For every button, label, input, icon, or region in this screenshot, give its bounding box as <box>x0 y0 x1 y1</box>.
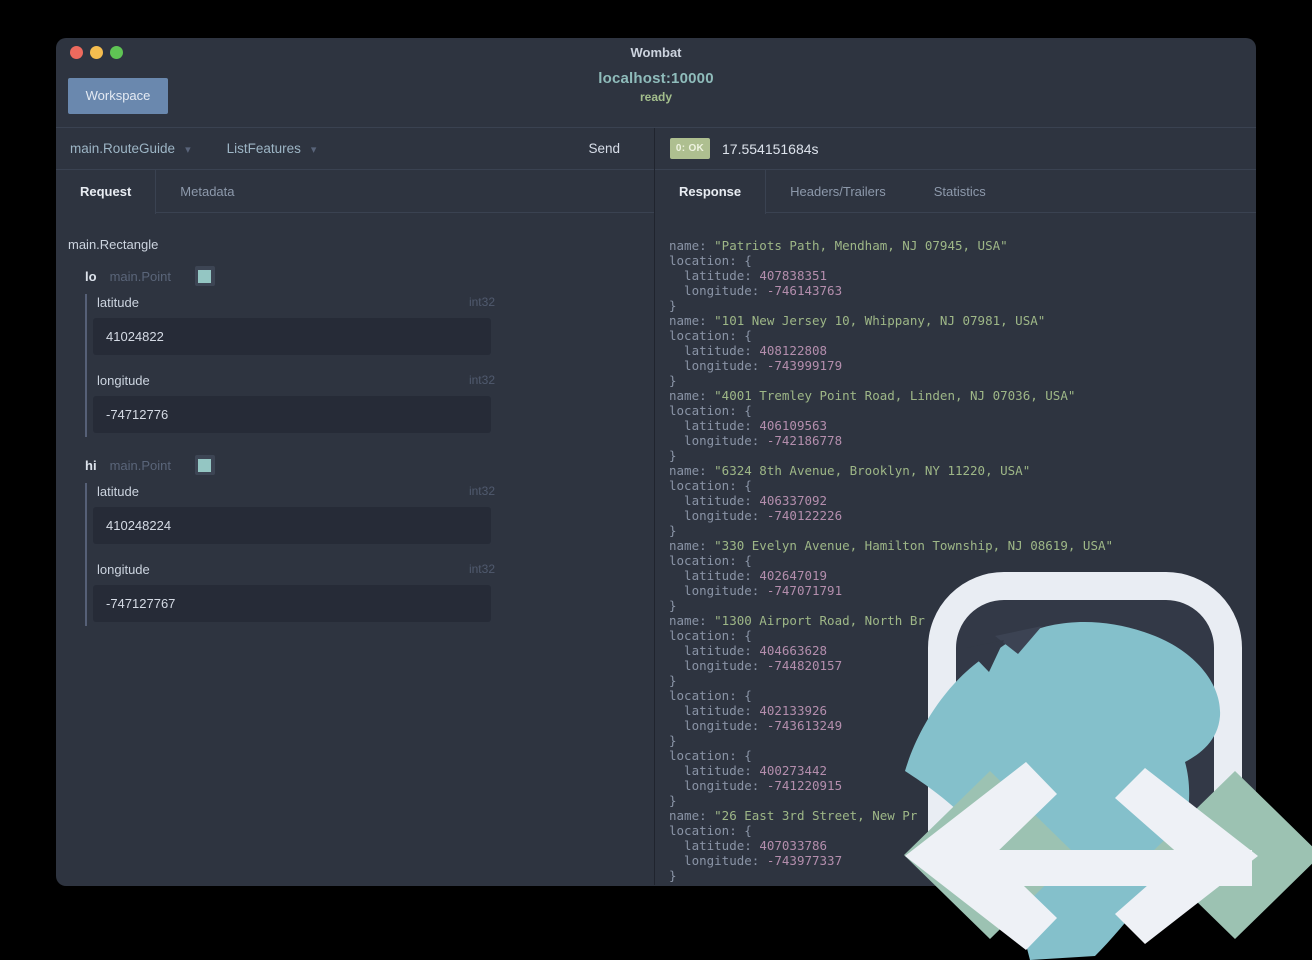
response-line: name: "4001 Tremley Point Road, Linden, … <box>669 388 1076 403</box>
response-line: longitude: -746143763 <box>669 283 843 298</box>
response-line: location: { <box>669 328 752 343</box>
window-title: Wombat <box>630 45 682 60</box>
scalar-type-label: int32 <box>468 373 495 387</box>
response-line: longitude: -743999179 <box>669 358 843 373</box>
duration-label: 17.554151684s <box>722 140 819 157</box>
response-line: name: "101 New Jersey 10, Whippany, NJ 0… <box>669 313 1046 328</box>
header: Workspace localhost:10000 ready <box>56 66 1256 128</box>
request-tabs: Request Metadata <box>56 170 654 214</box>
field-type: main.Point <box>109 268 171 284</box>
scalar-type-label: int32 <box>468 562 495 576</box>
field-children: latitude int32 longitude int32 <box>85 294 642 437</box>
desktop: Wombat Workspace localhost:10000 ready m… <box>0 0 1312 960</box>
titlebar: Wombat <box>56 38 1256 66</box>
response-line: latitude: 408122808 <box>669 343 828 358</box>
tab-statistics[interactable]: Statistics <box>910 170 1010 212</box>
input-label: longitude <box>97 561 150 577</box>
server-status: ready <box>639 90 673 104</box>
field-children: latitude int32 longitude int32 <box>85 483 642 626</box>
tab-metadata[interactable]: Metadata <box>156 170 258 212</box>
arrow-shaft <box>970 850 1252 886</box>
response-line: longitude: -742186778 <box>669 433 843 448</box>
response-line: location: { <box>669 403 752 418</box>
request-form: main.Rectangle lo main.Point latitude int32… <box>56 213 654 885</box>
method-select[interactable]: ListFeatures <box>227 141 301 156</box>
field-type: main.Point <box>109 457 171 473</box>
response-line: } <box>669 523 677 538</box>
request-field-group: lo main.Point latitude int32 longitude int32 <box>68 266 642 437</box>
chevron-down-icon[interactable]: ▾ <box>311 143 317 156</box>
checkbox-check-icon <box>198 458 212 472</box>
field-name: hi <box>85 457 97 473</box>
longitude-input[interactable] <box>93 396 491 433</box>
response-line: longitude: -740122226 <box>669 508 843 523</box>
field-checkbox[interactable] <box>194 266 215 286</box>
status-badge: 0: OK <box>670 138 710 159</box>
minimize-button[interactable] <box>90 46 103 59</box>
latitude-input[interactable] <box>93 507 491 544</box>
response-line: latitude: 407838351 <box>669 268 828 283</box>
response-line: } <box>669 298 677 313</box>
response-line: latitude: 406109563 <box>669 418 828 433</box>
input-label: latitude <box>97 294 139 310</box>
tab-headers-trailers[interactable]: Headers/Trailers <box>766 170 910 212</box>
zoom-button[interactable] <box>110 46 123 59</box>
wombat-logo <box>904 572 1312 960</box>
tab-response[interactable]: Response <box>655 170 767 214</box>
response-line: name: "6324 8th Avenue, Brooklyn, NY 112… <box>669 463 1031 478</box>
service-select[interactable]: main.RouteGuide <box>70 141 175 156</box>
response-line: location: { <box>669 253 752 268</box>
send-button[interactable]: Send <box>588 141 620 156</box>
status-bar: 0: OK 17.554151684s <box>655 128 1256 170</box>
response-tabs: Response Headers/Trailers Statistics <box>655 170 1256 214</box>
server-address: localhost:10000 <box>598 70 714 87</box>
response-line: } <box>669 448 677 463</box>
tab-request[interactable]: Request <box>56 170 157 214</box>
message-type-label: main.Rectangle <box>68 237 159 252</box>
request-field-group: hi main.Point latitude int32 longitude int32 <box>68 455 642 626</box>
field-checkbox[interactable] <box>194 455 215 475</box>
scalar-type-label: int32 <box>468 484 495 498</box>
chevron-down-icon[interactable]: ▾ <box>185 143 191 156</box>
longitude-input[interactable] <box>93 585 491 622</box>
request-form-groups: lomain.Pointlatitudeint32longitudeint32h… <box>68 266 642 626</box>
input-label: longitude <box>97 372 150 388</box>
response-line: latitude: 406337092 <box>669 493 828 508</box>
response-line: } <box>669 373 677 388</box>
response-line: name: "330 Evelyn Avenue, Hamilton Towns… <box>669 538 1114 553</box>
field-name: lo <box>85 268 97 284</box>
response-line: name: "Patriots Path, Mendham, NJ 07945,… <box>669 238 1008 253</box>
scalar-type-label: int32 <box>468 295 495 309</box>
close-button[interactable] <box>70 46 83 59</box>
input-label: latitude <box>97 483 139 499</box>
method-bar: main.RouteGuide ▾ ListFeatures ▾ Send <box>56 128 654 170</box>
latitude-input[interactable] <box>93 318 491 355</box>
request-pane: main.RouteGuide ▾ ListFeatures ▾ Send Re… <box>56 128 655 885</box>
response-line: location: { <box>669 478 752 493</box>
checkbox-check-icon <box>198 269 212 283</box>
